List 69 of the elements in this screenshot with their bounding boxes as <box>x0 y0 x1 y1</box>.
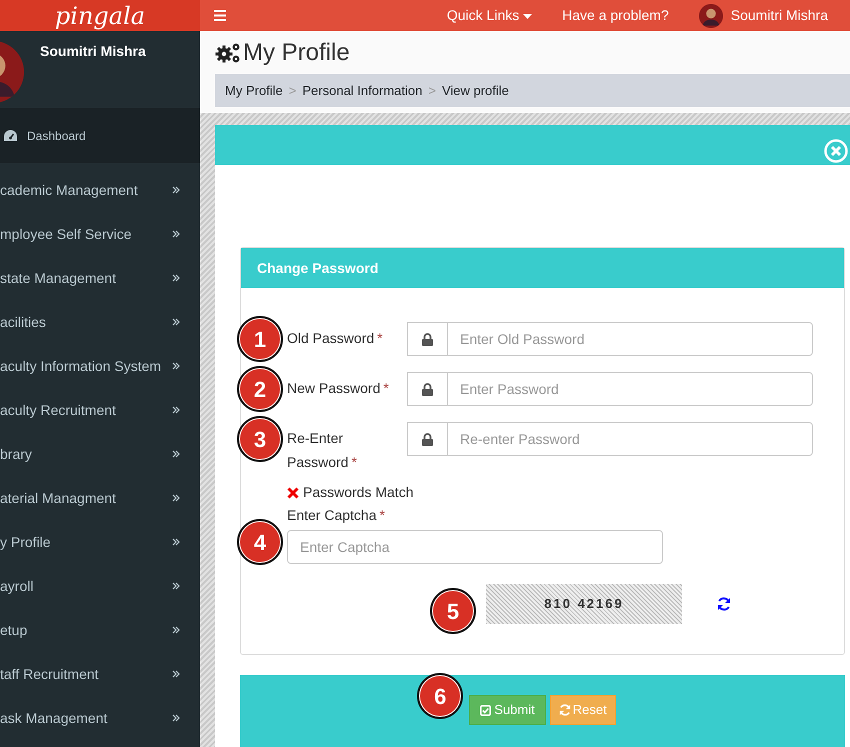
sidebar-item[interactable]: aculty Recruitment <box>0 388 200 432</box>
password-field[interactable]: Enter Password <box>447 372 813 406</box>
avatar <box>698 4 723 28</box>
field-label: Re-Enter Password <box>287 430 348 470</box>
chevron-icon <box>172 274 180 282</box>
required-mark: * <box>351 454 357 470</box>
menu-icon[interactable] <box>214 10 226 21</box>
sidebar-item[interactable]: brary <box>0 432 200 476</box>
password-field[interactable]: Enter Old Password <box>447 322 813 356</box>
lock-icon <box>422 382 433 396</box>
check-square-icon <box>480 704 492 716</box>
breadcrumb-link[interactable]: Personal Information <box>302 80 422 100</box>
step-marker: 5 <box>430 588 476 634</box>
chevron-icon <box>172 406 180 414</box>
breadcrumb-separator: > <box>428 82 436 100</box>
field-label: Enter Captcha <box>287 507 376 523</box>
breadcrumb-link[interactable]: View profile <box>442 80 509 100</box>
required-mark: * <box>377 330 383 346</box>
link[interactable]: Have a problem? <box>562 5 669 26</box>
lock-icon <box>422 432 433 446</box>
breadcrumb-separator: > <box>288 82 296 100</box>
chevron-icon <box>172 494 180 502</box>
field-label: Old Password <box>287 330 374 346</box>
sidebar-item[interactable]: state Management <box>0 256 200 300</box>
step-marker: 6 <box>417 673 464 719</box>
chevron-icon <box>172 186 180 194</box>
lock-icon <box>422 332 433 346</box>
required-mark: * <box>380 507 385 523</box>
sidebar-item[interactable]: y Profile <box>0 520 200 564</box>
chevron-icon <box>172 714 180 722</box>
dashboard-icon <box>4 130 17 141</box>
chevron-icon <box>172 538 180 546</box>
user-name: Soumitri Mishra <box>40 42 146 61</box>
user-name[interactable]: Soumitri Mishra <box>730 5 828 26</box>
validation-message: Passwords Match <box>303 483 414 502</box>
chevron-icon <box>172 670 180 678</box>
sidebar-item[interactable]: mployee Self Service <box>0 212 200 256</box>
sidebar-item[interactable]: aculty Information System <box>0 344 200 388</box>
sidebar-item[interactable]: acilities <box>0 300 200 344</box>
refresh-icon[interactable] <box>717 597 731 611</box>
step-marker: 2 <box>237 366 283 412</box>
chevron-icon <box>172 450 180 458</box>
breadcrumb-link[interactable]: My Profile <box>225 80 283 100</box>
chevron-icon <box>172 230 180 238</box>
sidebar-item[interactable]: etup <box>0 608 200 652</box>
captcha-image: 810 42169 <box>486 584 682 624</box>
gears-icon <box>215 42 241 64</box>
dropdown-toggle[interactable]: Quick Links <box>446 5 532 26</box>
sidebar-item[interactable]: aterial Managment <box>0 476 200 520</box>
sidebar-item[interactable]: Dashboard <box>0 108 200 163</box>
required-mark: * <box>383 380 389 396</box>
field-label: New Password <box>287 380 380 396</box>
card-title: Change Password <box>257 258 378 278</box>
password-field[interactable]: Re-enter Password <box>447 422 813 456</box>
chevron-icon <box>172 318 180 326</box>
captcha-field[interactable]: Enter Captcha <box>287 530 663 564</box>
sidebar-item[interactable]: ayroll <box>0 564 200 608</box>
step-marker: 1 <box>237 316 283 362</box>
sidebar-item[interactable]: taff Recruitment <box>0 652 200 696</box>
chevron-icon <box>172 362 180 370</box>
refresh-icon <box>558 704 571 716</box>
page-title: My Profile <box>243 39 350 68</box>
step-marker: 4 <box>237 519 283 565</box>
caret-icon <box>523 14 532 19</box>
chevron-icon <box>172 582 180 590</box>
sidebar-item[interactable]: ask Management <box>0 696 200 740</box>
sidebar-item[interactable]: cademic Management <box>0 168 200 212</box>
chevron-icon <box>172 626 180 634</box>
step-marker: 3 <box>237 416 283 462</box>
